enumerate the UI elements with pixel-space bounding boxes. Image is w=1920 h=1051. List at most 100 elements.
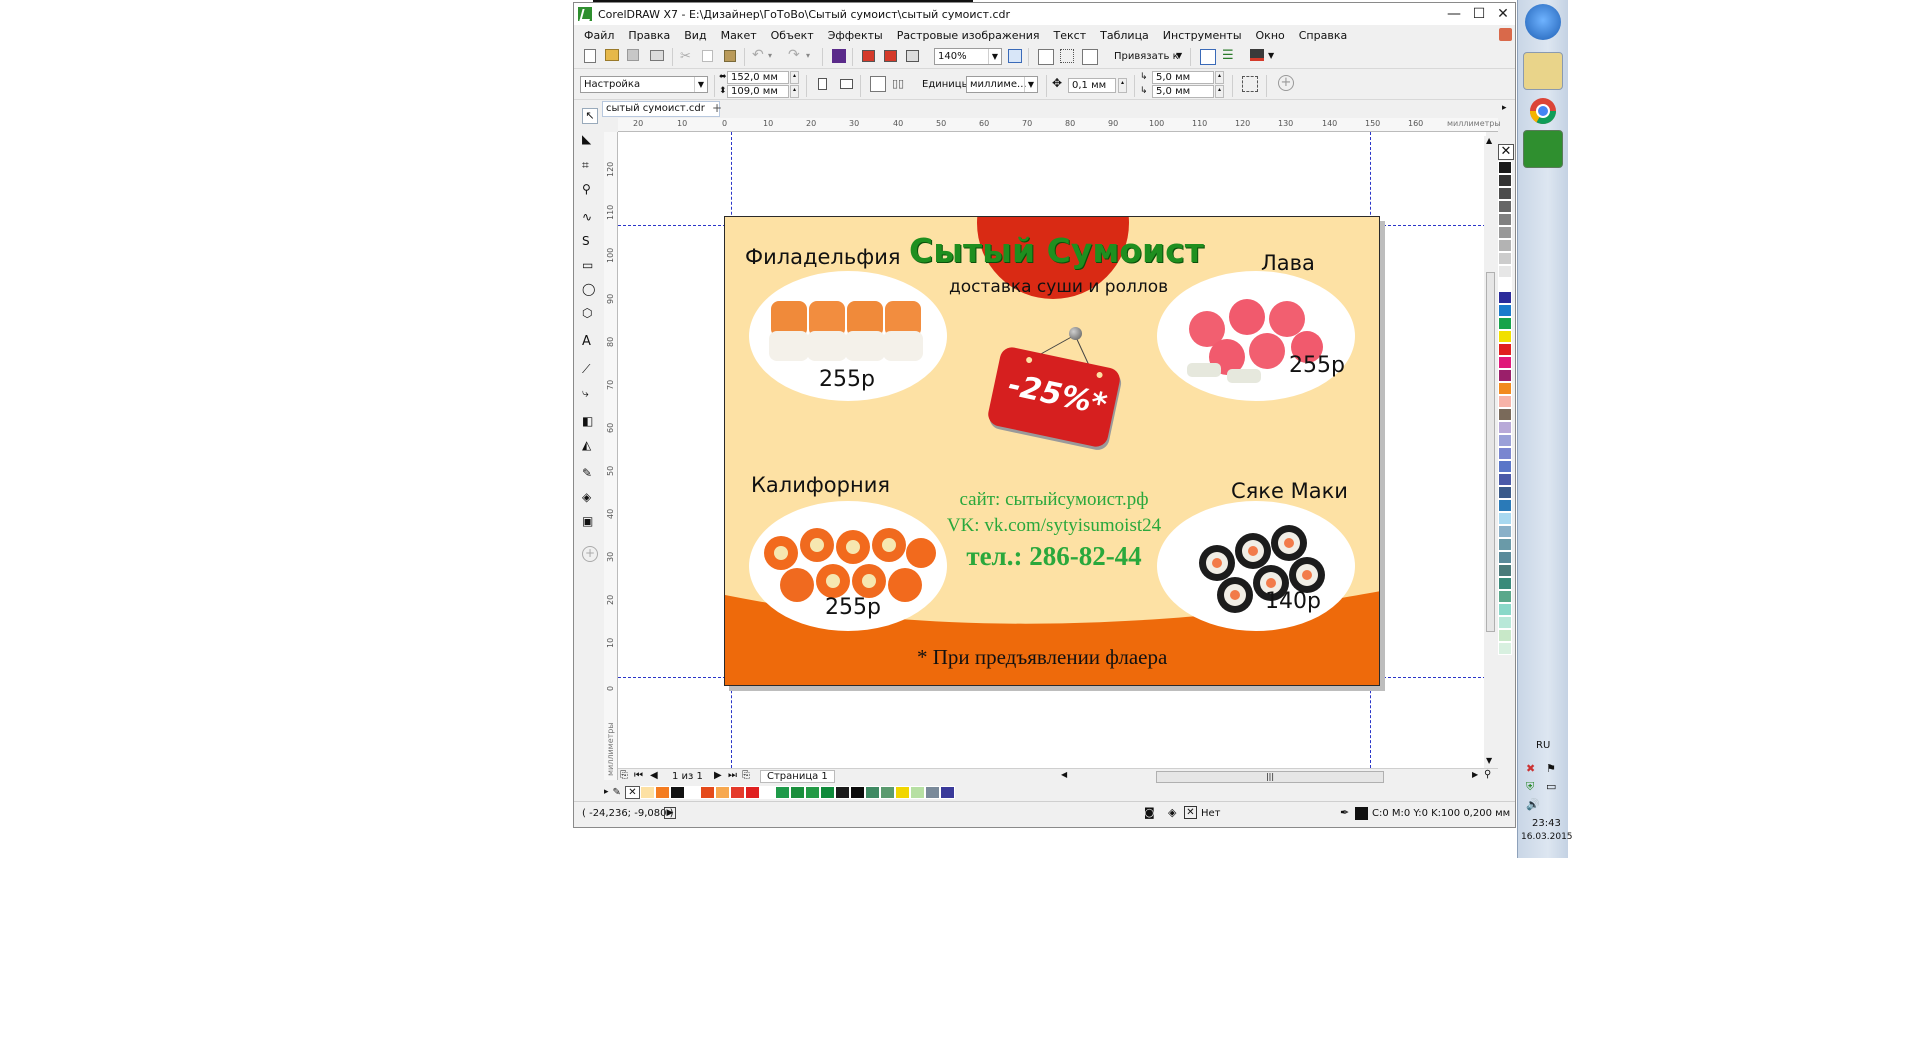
- color-swatch[interactable]: [1498, 356, 1512, 369]
- new-document-icon[interactable]: [584, 49, 596, 63]
- freehand-tool-icon[interactable]: ∿: [582, 210, 598, 226]
- scroll-down-icon[interactable]: ▼: [1486, 756, 1492, 765]
- scroll-up-icon[interactable]: ▲: [1486, 136, 1492, 145]
- explorer-icon[interactable]: [1523, 52, 1563, 90]
- color-swatch[interactable]: [1498, 616, 1512, 629]
- save-icon[interactable]: [627, 49, 639, 61]
- color-swatch[interactable]: [1498, 603, 1512, 616]
- menu-table[interactable]: Таблица: [1100, 29, 1149, 42]
- menu-file[interactable]: Файл: [584, 29, 614, 42]
- scroll-right-icon[interactable]: ▶: [1472, 770, 1478, 779]
- undo-icon[interactable]: ↶: [752, 47, 768, 63]
- units-combo[interactable]: миллиме... ▼: [966, 76, 1038, 93]
- color-swatch[interactable]: [1498, 304, 1512, 317]
- redo-dropdown-icon[interactable]: ▾: [806, 51, 822, 67]
- color-eyedropper-tool-icon[interactable]: ✎: [582, 466, 598, 482]
- publish-pdf-icon[interactable]: [906, 50, 919, 62]
- menu-view[interactable]: Вид: [684, 29, 706, 42]
- color-swatch[interactable]: [1498, 187, 1512, 200]
- first-page-icon[interactable]: ⏮: [634, 770, 643, 781]
- page-height-field[interactable]: 109,0 мм: [727, 85, 789, 98]
- rectangle-tool-icon[interactable]: ▭: [582, 258, 598, 274]
- connector-tool-icon[interactable]: ⤷: [582, 386, 598, 402]
- nudge-distance-field[interactable]: 0,1 мм: [1068, 78, 1116, 93]
- import-icon[interactable]: [862, 50, 875, 62]
- current-page-icon[interactable]: ▯▯: [892, 77, 908, 93]
- shield-icon[interactable]: ⛨: [1526, 780, 1534, 794]
- color-swatch[interactable]: [1498, 590, 1512, 603]
- show-rulers-icon[interactable]: [1038, 49, 1054, 65]
- zoom-tool-icon[interactable]: ⚲: [582, 182, 598, 198]
- document-color-icon[interactable]: ◙: [1144, 806, 1155, 819]
- no-color-swatch-icon[interactable]: ✕: [624, 785, 640, 799]
- spinner-icon[interactable]: ▴: [790, 71, 799, 84]
- color-swatch[interactable]: [1498, 291, 1512, 304]
- parallel-dimension-tool-icon[interactable]: ⟋: [582, 362, 598, 378]
- color-swatch[interactable]: [1498, 330, 1512, 343]
- document-tab[interactable]: сытый сумоист.cdr: [602, 101, 720, 117]
- vertical-scrollbar[interactable]: ▲ ▼: [1484, 136, 1497, 768]
- redo-icon[interactable]: ↷: [788, 47, 804, 63]
- menu-object[interactable]: Объект: [771, 29, 814, 42]
- page-width-field[interactable]: 152,0 мм: [727, 71, 789, 84]
- color-swatch[interactable]: [1498, 239, 1512, 252]
- flag-icon[interactable]: ⚑: [1546, 762, 1556, 775]
- eyedropper-icon[interactable]: ✎: [613, 787, 621, 798]
- menu-edit[interactable]: Правка: [628, 29, 670, 42]
- color-swatch[interactable]: [1498, 473, 1512, 486]
- previous-page-icon[interactable]: ◀: [650, 770, 658, 781]
- transparency-tool-icon[interactable]: ◭: [582, 438, 598, 454]
- menu-help[interactable]: Справка: [1299, 29, 1347, 42]
- drop-shadow-tool-icon[interactable]: ◧: [582, 414, 598, 430]
- color-swatch[interactable]: [1498, 174, 1512, 187]
- color-swatch[interactable]: [894, 785, 910, 799]
- color-swatch[interactable]: [639, 785, 655, 799]
- show-guidelines-icon[interactable]: [1082, 49, 1098, 65]
- color-swatch[interactable]: [1498, 408, 1512, 421]
- spinner-icon[interactable]: ▴: [1215, 85, 1224, 98]
- color-swatch[interactable]: [729, 785, 745, 799]
- interactive-fill-tool-icon[interactable]: ◈: [582, 490, 598, 506]
- monitor-icon[interactable]: ▭: [1546, 780, 1556, 793]
- paste-icon[interactable]: [724, 50, 736, 62]
- color-swatch[interactable]: [1498, 499, 1512, 512]
- color-swatch[interactable]: [834, 785, 850, 799]
- palette-expand-icon[interactable]: ▸: [1502, 103, 1507, 113]
- color-swatch[interactable]: [1498, 252, 1512, 265]
- clock-date[interactable]: 16.03.2015: [1521, 832, 1573, 842]
- color-swatch[interactable]: [1498, 486, 1512, 499]
- undo-dropdown-icon[interactable]: ▾: [768, 51, 784, 67]
- color-swatch[interactable]: [1498, 395, 1512, 408]
- color-swatch[interactable]: [1498, 369, 1512, 382]
- volume-icon[interactable]: 🔊: [1526, 798, 1540, 811]
- scroll-thumb[interactable]: [1486, 272, 1495, 632]
- color-swatch[interactable]: [879, 785, 895, 799]
- color-swatch[interactable]: [1498, 434, 1512, 447]
- color-swatch[interactable]: [1498, 460, 1512, 473]
- text-tool-icon[interactable]: A: [582, 334, 598, 350]
- no-color-swatch-icon[interactable]: ✕: [1498, 144, 1514, 160]
- next-page-icon[interactable]: ▶: [714, 770, 722, 781]
- all-pages-icon[interactable]: [870, 76, 886, 92]
- color-swatch[interactable]: [1498, 512, 1512, 525]
- snap-to-label[interactable]: Привязать к: [1114, 51, 1179, 62]
- network-icon[interactable]: ✖: [1526, 762, 1535, 775]
- search-content-icon[interactable]: [832, 49, 846, 63]
- scroll-left-icon[interactable]: ◀: [1061, 770, 1067, 779]
- color-swatch[interactable]: [1498, 161, 1512, 174]
- color-swatch[interactable]: [909, 785, 925, 799]
- chrome-icon[interactable]: [1523, 92, 1563, 130]
- color-swatch[interactable]: [744, 785, 760, 799]
- spinner-icon[interactable]: ▴: [1118, 78, 1127, 93]
- color-swatch[interactable]: [789, 785, 805, 799]
- cut-icon[interactable]: ✂: [680, 49, 696, 65]
- vertical-ruler[interactable]: 120 110 100 90 80 70 60 50 40 30 20 10 0…: [604, 132, 618, 780]
- zoom-icon[interactable]: ⚲: [1484, 769, 1491, 780]
- color-swatch[interactable]: [1498, 382, 1512, 395]
- color-swatch[interactable]: [1498, 226, 1512, 239]
- horizontal-ruler[interactable]: 20 10 0 10 20 30 40 50 60 70 80 90 100 1…: [618, 118, 1501, 132]
- menu-text[interactable]: Текст: [1054, 29, 1087, 42]
- export-icon[interactable]: [884, 50, 897, 62]
- add-page-after-icon[interactable]: ⎘: [742, 770, 750, 781]
- color-swatch[interactable]: [669, 785, 685, 799]
